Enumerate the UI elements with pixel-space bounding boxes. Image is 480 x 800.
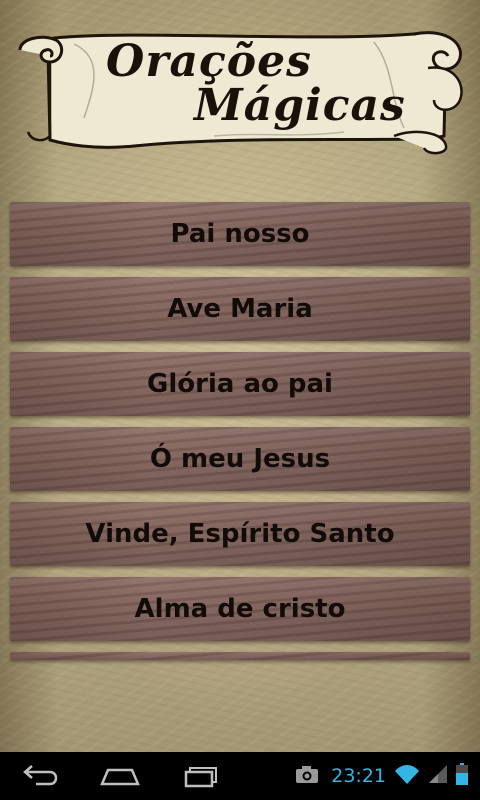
prayer-item-gloria-ao-pai[interactable]: Glória ao pai <box>10 352 470 416</box>
prayer-item-label: Vinde, Espírito Santo <box>85 519 395 549</box>
title-banner: Orações Mágicas <box>14 28 466 156</box>
prayer-item-alma-de-cristo[interactable]: Alma de cristo <box>10 577 470 641</box>
prayer-item-pai-nosso[interactable]: Pai nosso <box>10 202 470 266</box>
app-title-line2: Mágicas <box>194 80 406 131</box>
status-area: 23:21 <box>287 752 468 800</box>
recent-apps-icon <box>184 767 217 788</box>
battery-icon <box>456 763 468 789</box>
prayer-item-ave-maria[interactable]: Ave Maria <box>10 277 470 341</box>
wifi-icon <box>394 764 420 788</box>
back-icon <box>23 765 58 786</box>
home-button[interactable] <box>92 760 148 792</box>
back-button[interactable] <box>12 760 68 792</box>
prayer-item-o-meu-jesus[interactable]: Ó meu Jesus <box>10 427 470 491</box>
camera-icon <box>295 764 319 788</box>
prayer-item-label: Pai nosso <box>170 219 310 249</box>
home-icon <box>100 768 140 786</box>
signal-icon <box>428 764 448 788</box>
prayer-item-partial[interactable] <box>10 652 470 660</box>
prayer-item-label: Glória ao pai <box>147 369 333 399</box>
prayer-item-vinde-espirito-santo[interactable]: Vinde, Espírito Santo <box>10 502 470 566</box>
recent-apps-button[interactable] <box>172 760 228 792</box>
prayer-list: Pai nosso Ave Maria Glória ao pai Ó meu … <box>10 202 470 660</box>
app-screen: Orações Mágicas Pai nosso Ave Maria Glór… <box>0 0 480 800</box>
clock: 23:21 <box>331 765 386 787</box>
prayer-item-label: Ave Maria <box>167 294 313 324</box>
app-title-line1: Orações <box>106 36 312 87</box>
prayer-item-label: Alma de cristo <box>134 594 346 624</box>
system-bar: 23:21 <box>0 752 480 800</box>
prayer-item-label: Ó meu Jesus <box>149 444 331 474</box>
